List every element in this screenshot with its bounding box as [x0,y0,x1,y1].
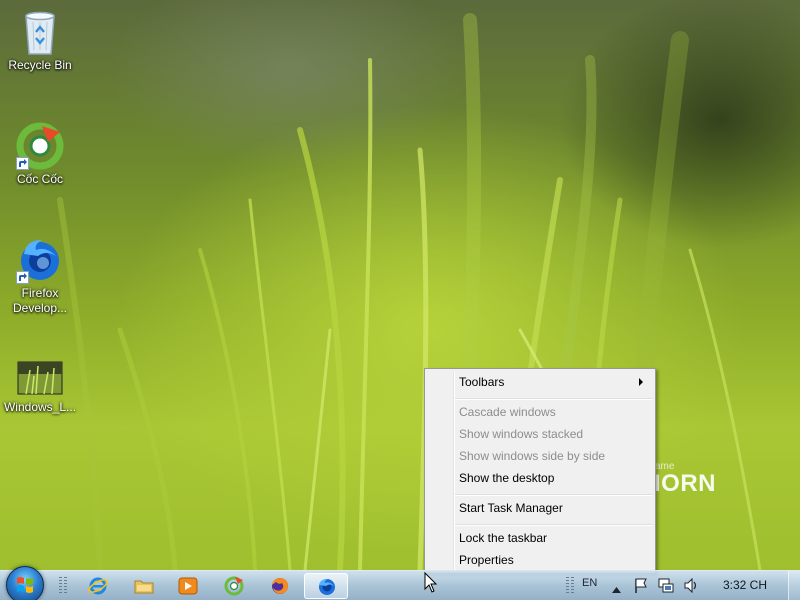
menu-item-cascade-windows: Cascade windows [427,401,653,423]
menu-item-label: Toolbars [459,375,505,389]
taskbar-clock[interactable]: 3:32 CH [712,571,778,600]
taskbar-button-internet-explorer[interactable] [76,573,120,599]
firefox-developer-icon [16,236,64,284]
desktop-wallpaper[interactable]: ame IORN Recycle Bin Cốc Cốc Firefox Dev… [0,0,800,570]
desktop-icon-firefox-developer[interactable]: Firefox Develop... [0,236,80,316]
image-thumbnail-icon [16,360,64,398]
language-indicator[interactable]: EN [582,577,597,589]
menu-item-toolbars[interactable]: Toolbars [427,371,653,393]
desktop-icon-windows-l[interactable]: Windows_L... [0,356,80,415]
menu-item-show-windows-stacked: Show windows stacked [427,423,653,445]
desktop-icon-label: Windows_L... [3,400,77,414]
firefox-icon [272,578,288,594]
menu-separator [455,494,653,496]
windows-logo-icon [17,577,33,593]
recycle-bin-icon [16,8,64,56]
menu-item-show-the-desktop[interactable]: Show the desktop [427,467,653,489]
wallpaper-watermark-large: IORN [654,470,716,497]
menu-item-label: Show windows side by side [459,449,606,463]
mouse-cursor-icon [424,572,438,593]
show-desktop-button[interactable] [788,571,800,600]
menu-item-lock-the-taskbar[interactable]: Lock the taskbar [427,527,653,549]
action-center-flag-icon[interactable] [634,578,648,596]
network-icon[interactable] [658,578,674,596]
internet-explorer-icon [88,577,108,595]
menu-item-label: Cascade windows [459,405,556,419]
menu-separator [455,398,653,400]
taskbar-button-firefox[interactable] [258,573,302,599]
shortcut-arrow-icon [16,157,29,170]
taskbar-button-media-player[interactable] [166,573,210,599]
coc-coc-icon [16,122,64,170]
taskbar-context-menu: Toolbars Cascade windows Show windows st… [424,368,656,574]
taskbar-grip[interactable] [566,577,569,595]
menu-item-label: Lock the taskbar [459,531,548,545]
volume-icon[interactable] [684,577,699,596]
menu-item-label: Show the desktop [459,471,555,485]
taskbar-button-firefox-developer[interactable] [304,573,348,599]
menu-separator [455,524,653,526]
submenu-arrow-icon [639,378,643,386]
taskbar-button-file-explorer[interactable] [122,573,166,599]
folder-icon [134,580,154,594]
desktop-icon-recycle-bin[interactable]: Recycle Bin [0,8,80,73]
firefox-developer-icon [319,579,335,595]
desktop-icon-label-line1: Firefox [21,286,59,300]
media-player-icon [178,577,198,595]
coc-coc-icon [224,576,244,596]
menu-item-properties[interactable]: Properties [427,549,653,571]
desktop-icon-coc-coc[interactable]: Cốc Cốc [0,122,80,187]
menu-item-label: Properties [459,553,514,567]
menu-item-label: Start Task Manager [459,501,563,515]
shortcut-arrow-icon [16,271,29,284]
taskbar-grip[interactable] [59,577,62,595]
desktop-icon-label: Recycle Bin [8,58,72,72]
show-hidden-icons-arrow[interactable] [612,582,621,596]
desktop-icon-label-line2: Develop... [12,301,68,315]
desktop-icon-label: Cốc Cốc [16,172,63,186]
taskbar[interactable]: EN 3:32 CH [0,566,800,600]
taskbar-grip[interactable] [64,577,67,595]
menu-item-start-task-manager[interactable]: Start Task Manager [427,497,653,519]
menu-item-show-windows-side-by-side: Show windows side by side [427,445,653,467]
menu-item-label: Show windows stacked [459,427,584,441]
start-button[interactable] [6,566,44,600]
taskbar-button-coc-coc[interactable] [212,573,256,599]
taskbar-grip[interactable] [571,577,574,595]
